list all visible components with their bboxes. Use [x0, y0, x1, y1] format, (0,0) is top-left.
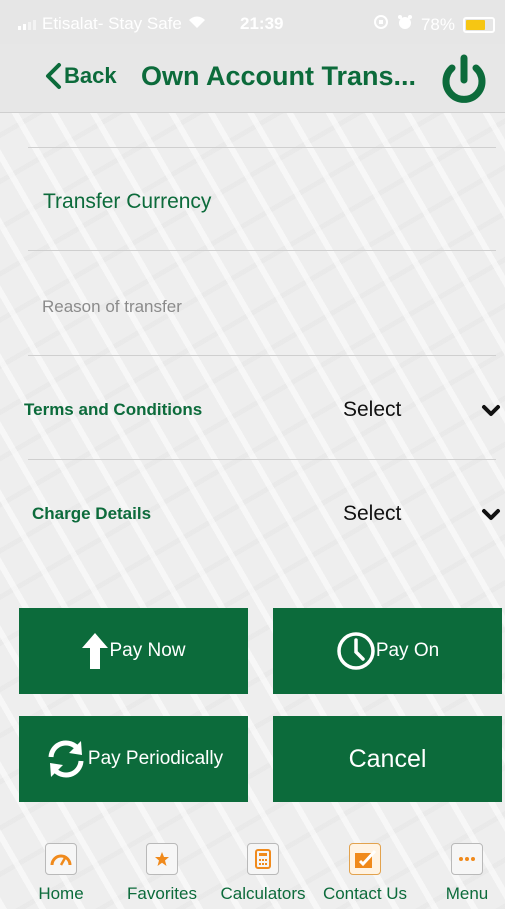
rotation-lock-icon [373, 14, 389, 35]
pay-on-label: Pay On [375, 640, 440, 661]
pay-now-button[interactable]: Pay Now [19, 608, 248, 694]
signal-icon [18, 18, 36, 30]
reason-of-transfer-input[interactable]: Reason of transfer [42, 297, 182, 317]
charge-details-label: Charge Details [32, 504, 152, 523]
nav-bar: Back Own Account Trans... [0, 44, 505, 113]
tab-favorites[interactable]: Favorites [122, 830, 202, 904]
tab-home[interactable]: Home [27, 830, 95, 904]
terms-select[interactable]: Select [343, 398, 401, 422]
pay-periodically-label: Pay Periodically [87, 748, 224, 769]
arrow-up-icon [82, 633, 109, 669]
alarm-icon [397, 14, 413, 35]
tab-label: Calculators [220, 884, 306, 903]
calculator-icon [247, 843, 279, 875]
speedometer-icon [45, 843, 77, 875]
tab-calculators[interactable]: Calculators [215, 830, 311, 904]
cancel-label: Cancel [348, 744, 427, 773]
star-icon [146, 843, 178, 875]
back-label: Back [64, 63, 117, 88]
status-bar: Etisalat- Stay Safe 21:39 78% [0, 0, 505, 44]
transfer-currency-field[interactable]: Transfer Currency [43, 190, 211, 214]
divider [28, 250, 496, 251]
divider [28, 355, 496, 356]
power-icon [442, 54, 486, 103]
battery-percent: 78% [420, 14, 455, 34]
cancel-button[interactable]: Cancel [273, 716, 502, 802]
chevron-down-icon[interactable] [481, 508, 501, 522]
chevron-down-icon[interactable] [481, 404, 501, 418]
wifi-icon [188, 14, 206, 34]
contact-edit-icon [349, 843, 381, 875]
tab-label: Favorites [127, 884, 197, 903]
divider [28, 147, 496, 148]
back-button[interactable]: Back [44, 62, 117, 90]
pay-on-button[interactable]: Pay On [273, 608, 502, 694]
charge-details-select[interactable]: Select [343, 502, 401, 526]
bottom-tab-bar: Home Favorites Calculators Contact Us Me… [0, 830, 505, 909]
pay-periodically-button[interactable]: Pay Periodically [19, 716, 248, 802]
divider [28, 459, 496, 460]
tab-label: Home [38, 884, 84, 903]
logout-button[interactable] [436, 54, 492, 104]
refresh-icon [48, 740, 84, 778]
page-title: Own Account Trans... [141, 61, 417, 91]
tab-label: Menu [445, 884, 489, 903]
tab-label: Contact Us [322, 884, 408, 903]
battery-icon [463, 16, 495, 33]
pay-now-label: Pay Now [109, 640, 186, 661]
status-right: 78% [373, 14, 495, 35]
status-left: Etisalat- Stay Safe [18, 14, 206, 34]
chevron-left-icon [46, 63, 61, 89]
tab-contact-us[interactable]: Contact Us [318, 830, 412, 904]
status-time: 21:39 [240, 14, 284, 33]
carrier-name: Etisalat- Stay Safe [42, 14, 182, 33]
clock-icon [337, 632, 375, 670]
terms-label: Terms and Conditions [24, 400, 203, 419]
more-dots-icon [451, 843, 483, 875]
tab-menu[interactable]: Menu [440, 830, 494, 904]
